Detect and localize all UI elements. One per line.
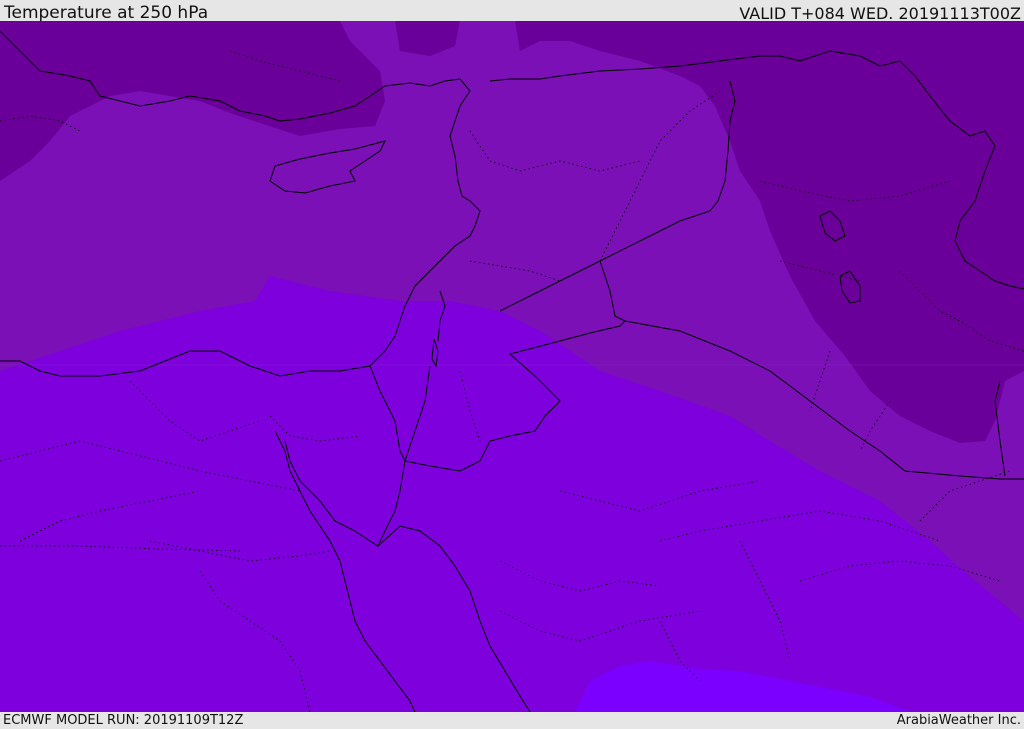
map-canvas [0, 21, 1024, 712]
weather-map[interactable] [0, 21, 1024, 712]
credit-label: ArabiaWeather Inc. [896, 713, 1021, 728]
model-run-label: ECMWF MODEL RUN: 20191109T12Z [3, 713, 244, 728]
footer-bar: ECMWF MODEL RUN: 20191109T12Z ArabiaWeat… [0, 712, 1024, 729]
header-bar: Temperature at 250 hPa VALID T+084 WED. … [0, 0, 1024, 23]
